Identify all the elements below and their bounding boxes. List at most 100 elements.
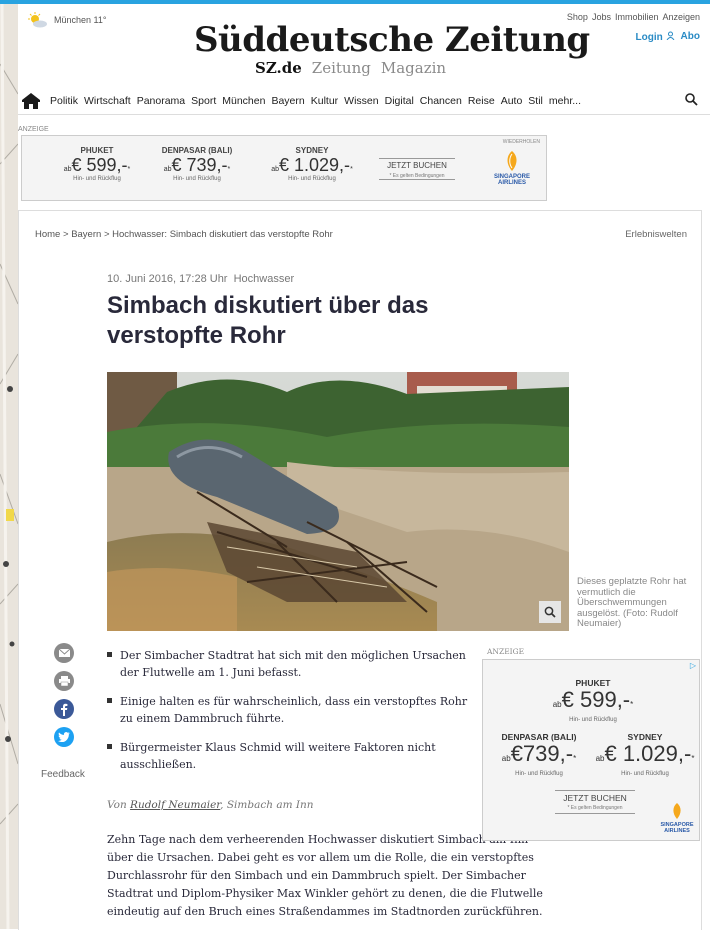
article-container: Home > Bayern > Hochwasser: Simbach disk… — [18, 210, 702, 930]
article-meta: 10. Juni 2016, 17:28 Uhr Hochwasser — [107, 273, 294, 285]
edition-magazin[interactable]: Magazin — [381, 59, 446, 77]
login-label: Login — [635, 32, 663, 43]
nav-items: Politik Wirtschaft Panorama Sport Münche… — [50, 95, 581, 107]
nav-item-chancen[interactable]: Chancen — [420, 95, 462, 107]
summary-bullet: Der Simbacher Stadtrat hat sich mit den … — [107, 647, 477, 681]
ad-cta-note: * Es gelten Bedingungen — [389, 173, 445, 179]
feedback-link[interactable]: Feedback — [41, 769, 85, 780]
ad-price-star: * — [127, 166, 131, 173]
side-ad-price-star: * — [691, 754, 695, 763]
twitter-icon — [58, 732, 70, 742]
article-summary: Der Simbacher Stadtrat hat sich mit den … — [107, 647, 477, 785]
nav-item-sport[interactable]: Sport — [191, 95, 216, 107]
ad-label: ANZEIGE — [18, 126, 49, 133]
article-date: 10. Juni 2016, 17:28 Uhr — [107, 273, 228, 285]
ad-offer: DENPASAR (BALI) ab€ 739,-* Hin- und Rück… — [147, 146, 247, 182]
side-ad-label: ANZEIGE — [487, 647, 525, 656]
print-button[interactable] — [54, 671, 74, 691]
byline-prefix: Von — [107, 799, 127, 811]
side-ad-price: ab€ 1.029,-* — [595, 742, 695, 771]
ad-banner[interactable]: WIEDERHOLEN PHUKET ab€ 599,-* Hin- und R… — [21, 135, 547, 201]
flood-photo — [107, 372, 569, 631]
ad-offer-city: SYDNEY — [295, 146, 329, 155]
summary-text: Der Simbacher Stadtrat hat sich mit den … — [120, 649, 466, 679]
summary-text: Einige halten es für wahrscheinlich, das… — [120, 695, 468, 725]
ad-price-value: € 739,- — [171, 155, 228, 175]
ad-offer-sub: Hin- und Rückflug — [173, 176, 221, 182]
nav-item-mehr[interactable]: mehr... — [549, 95, 581, 107]
author-link[interactable]: Rudolf Neumaier — [130, 799, 220, 811]
side-ad-price-star: * — [573, 754, 577, 763]
nav-item-digital[interactable]: Digital — [385, 95, 414, 107]
nav-item-politik[interactable]: Politik — [50, 95, 78, 107]
side-ad-cta-label: JETZT BUCHEN — [563, 793, 627, 803]
home-icon[interactable] — [22, 93, 40, 109]
byline-location: , Simbach am Inn — [220, 799, 314, 811]
breadcrumb-home[interactable]: Home — [35, 229, 60, 240]
search-icon[interactable] — [685, 93, 698, 106]
share-bar — [51, 643, 77, 747]
edition-zeitung[interactable]: Zeitung — [312, 59, 371, 77]
ad-price-value: € 599,- — [71, 155, 128, 175]
email-icon — [58, 649, 70, 657]
nav-item-reise[interactable]: Reise — [468, 95, 495, 107]
weather-widget[interactable]: München 11° — [26, 12, 106, 28]
main-nav: Politik Wirtschaft Panorama Sport Münche… — [18, 88, 710, 115]
bird-logo-icon — [673, 803, 681, 819]
side-ad-cta-button[interactable]: JETZT BUCHEN * Es gelten Bedingungen — [555, 790, 635, 814]
article-photo[interactable] — [107, 372, 569, 631]
article-headline: Simbach diskutiert über das verstopfte R… — [107, 292, 429, 349]
play-icon[interactable]: ▷ — [690, 661, 696, 670]
nav-item-panorama[interactable]: Panorama — [137, 95, 185, 107]
facebook-share-button[interactable] — [54, 699, 74, 719]
side-ad-sub: Hin- und Rückflug — [515, 771, 563, 777]
bird-logo-icon — [507, 151, 517, 171]
side-ad[interactable]: ▷ PHUKET ab€ 599,-* Hin- und Rückflug DE… — [482, 659, 700, 841]
top-link-immobilien[interactable]: Immobilien — [615, 12, 659, 22]
background-map — [0, 4, 18, 929]
page: München 11° Süddeutsche Zeitung SZ.de Ze… — [18, 4, 710, 930]
side-ad-price-star: * — [630, 700, 634, 709]
erlebniswelten-link[interactable]: Erlebniswelten — [625, 229, 687, 240]
ad-offer: PHUKET ab€ 599,-* Hin- und Rückflug — [52, 146, 142, 182]
photo-caption: Dieses geplatzte Rohr hat vermutlich die… — [577, 576, 687, 629]
bullet-marker — [107, 698, 112, 703]
site-logo[interactable]: Süddeutsche Zeitung — [194, 20, 590, 60]
side-ad-cta-note: * Es gelten Bedingungen — [567, 805, 623, 811]
login-link[interactable]: Login — [636, 31, 675, 43]
nav-item-wirtschaft[interactable]: Wirtschaft — [84, 95, 131, 107]
nav-item-muenchen[interactable]: München — [222, 95, 265, 107]
top-link-jobs[interactable]: Jobs — [592, 12, 611, 22]
nav-item-stil[interactable]: Stil — [528, 95, 543, 107]
twitter-share-button[interactable] — [54, 727, 74, 747]
facebook-icon — [61, 703, 68, 716]
article-topic[interactable]: Hochwasser — [234, 273, 295, 285]
bullet-marker — [107, 744, 112, 749]
ad-offer-sub: Hin- und Rückflug — [73, 176, 121, 182]
nav-item-wissen[interactable]: Wissen — [344, 95, 378, 107]
nav-item-bayern[interactable]: Bayern — [271, 95, 304, 107]
side-ad-sub: Hin- und Rückflug — [621, 771, 669, 777]
email-share-button[interactable] — [54, 643, 74, 663]
weather-label: München 11° — [54, 15, 107, 25]
account-links: Login Abo — [636, 31, 700, 43]
zoom-button[interactable] — [539, 601, 561, 623]
ad-offer-price: ab€ 739,-* — [147, 155, 247, 176]
abo-link[interactable]: Abo — [681, 31, 700, 43]
top-link-anzeigen[interactable]: Anzeigen — [662, 12, 700, 22]
edition-sz-de[interactable]: SZ.de — [255, 59, 302, 77]
ad-offer-sub: Hin- und Rückflug — [288, 176, 336, 182]
ad-cta-button[interactable]: JETZT BUCHEN * Es gelten Bedingungen — [379, 158, 455, 180]
ad-offer: SYDNEY ab€ 1.029,-* Hin- und Rückflug — [257, 146, 367, 182]
nav-item-kultur[interactable]: Kultur — [311, 95, 338, 107]
ad-price-value: € 1.029,- — [279, 155, 351, 175]
airline-logo: SINGAPORE AIRLINES — [492, 150, 532, 186]
breadcrumb-bayern[interactable]: Bayern — [71, 229, 101, 240]
ad-offer-city: PHUKET — [80, 146, 114, 155]
side-ad-price: ab€739,-* — [489, 742, 589, 771]
airline-name: SINGAPORE AIRLINES — [493, 174, 530, 186]
side-ad-sub: Hin- und Rückflug — [569, 717, 617, 723]
edition-nav: SZ.de Zeitung Magazin — [255, 59, 446, 77]
nav-item-auto[interactable]: Auto — [501, 95, 523, 107]
top-link-shop[interactable]: Shop — [567, 12, 588, 22]
